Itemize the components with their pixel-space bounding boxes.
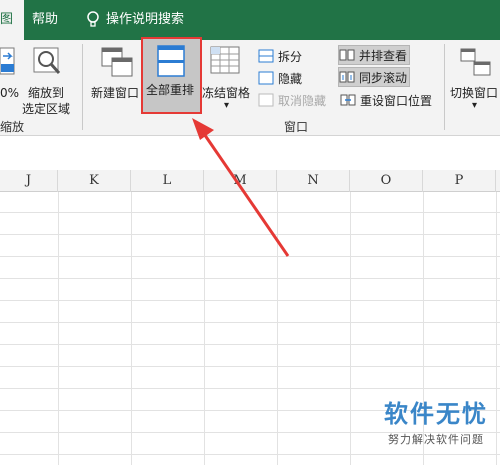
chevron-down-icon: ▾ bbox=[472, 100, 478, 111]
reset-window-position-icon bbox=[340, 93, 356, 107]
tab-view[interactable]: 图 bbox=[0, 0, 24, 40]
zoom-100-icon bbox=[0, 47, 15, 75]
hide-button[interactable]: 隐藏 bbox=[258, 68, 302, 88]
col-line bbox=[496, 192, 497, 465]
row-line bbox=[0, 212, 500, 213]
switch-windows-button[interactable]: 切换窗口 ▾ bbox=[448, 44, 500, 116]
switch-windows-icon bbox=[460, 48, 491, 76]
magnifier-icon bbox=[33, 47, 61, 74]
row-line bbox=[0, 234, 500, 235]
ribbon-tab-bar: 图 帮助 操作说明搜索 bbox=[0, 0, 500, 40]
split-label: 拆分 bbox=[278, 49, 303, 64]
freeze-panes-icon bbox=[210, 46, 240, 74]
column-header-l[interactable]: L bbox=[131, 170, 204, 192]
zoom-to-selection-label-1: 缩放到 bbox=[28, 86, 65, 100]
row-line bbox=[0, 256, 500, 257]
column-label: L bbox=[162, 173, 172, 188]
column-label: N bbox=[307, 173, 319, 188]
group-separator bbox=[444, 44, 445, 130]
sync-scrolling-label: 同步滚动 bbox=[359, 70, 408, 85]
column-label: M bbox=[233, 173, 247, 188]
zoom-100-button[interactable]: 0% bbox=[0, 46, 22, 116]
col-line bbox=[131, 192, 132, 465]
column-header-j[interactable]: J bbox=[0, 170, 58, 192]
row-line bbox=[0, 278, 500, 279]
column-label: O bbox=[380, 173, 392, 188]
window-group-label: 窗口 bbox=[284, 120, 309, 134]
unhide-label: 取消隐藏 bbox=[278, 93, 327, 108]
view-side-by-side-label: 并排查看 bbox=[359, 48, 408, 63]
tab-view-label: 图 bbox=[0, 12, 14, 27]
arrange-all-icon bbox=[157, 45, 185, 77]
watermark-subtitle: 努力解决软件问题 bbox=[388, 433, 484, 446]
zoom-to-selection-label-2: 选定区域 bbox=[22, 102, 71, 116]
tell-me-label: 操作说明搜索 bbox=[106, 12, 185, 27]
col-line bbox=[350, 192, 351, 465]
formula-bar-area bbox=[0, 136, 500, 170]
zoom-100-label: 0% bbox=[0, 86, 20, 100]
col-line bbox=[204, 192, 205, 465]
row-line bbox=[0, 388, 500, 389]
sync-scrolling-button[interactable]: 同步滚动 bbox=[338, 67, 411, 87]
tell-me-search[interactable]: 操作说明搜索 bbox=[86, 0, 184, 40]
view-side-by-side-button[interactable]: 并排查看 bbox=[338, 45, 411, 65]
split-icon bbox=[258, 49, 274, 63]
unhide-icon bbox=[258, 93, 274, 107]
new-window-button[interactable]: 新建窗口 bbox=[88, 44, 144, 116]
tab-help-label: 帮助 bbox=[32, 12, 59, 27]
zoom-group-label: 缩放 bbox=[0, 120, 25, 134]
freeze-panes-label: 冻结窗格 bbox=[202, 86, 251, 100]
arrange-all-label: 全部重排 bbox=[146, 83, 195, 97]
column-header-row: J K L M N O P bbox=[0, 170, 500, 192]
reset-window-position-button[interactable]: 重设窗口位置 bbox=[340, 90, 432, 110]
unhide-button[interactable]: 取消隐藏 bbox=[258, 90, 326, 110]
hide-icon bbox=[258, 71, 274, 85]
freeze-panes-button[interactable]: 冻结窗格 ▾ bbox=[202, 44, 254, 116]
row-line bbox=[0, 344, 500, 345]
side-by-side-icon bbox=[339, 48, 355, 62]
sync-scrolling-icon bbox=[339, 70, 355, 84]
row-line bbox=[0, 300, 500, 301]
watermark-title: 软件无忧 bbox=[384, 400, 488, 428]
switch-windows-label: 切换窗口 bbox=[450, 86, 499, 100]
reset-window-position-label: 重设窗口位置 bbox=[360, 93, 433, 108]
row-line bbox=[0, 366, 500, 367]
arrange-all-button[interactable]: 全部重排 bbox=[141, 37, 202, 114]
split-button[interactable]: 拆分 bbox=[258, 46, 302, 66]
hide-label: 隐藏 bbox=[278, 71, 303, 86]
ribbon-panel: 0% 缩放到 选定区域 缩放 新建窗口 全部重排 冻结窗格 ▾ 拆分 隐藏 取消… bbox=[0, 37, 500, 136]
tab-help[interactable]: 帮助 bbox=[32, 0, 58, 40]
column-header-m[interactable]: M bbox=[204, 170, 277, 192]
column-label: P bbox=[454, 173, 464, 188]
column-header-o[interactable]: O bbox=[350, 170, 423, 192]
row-line bbox=[0, 454, 500, 455]
column-label: K bbox=[89, 173, 99, 188]
row-line bbox=[0, 322, 500, 323]
col-line bbox=[277, 192, 278, 465]
column-label: J bbox=[25, 173, 32, 188]
column-header-k[interactable]: K bbox=[58, 170, 131, 192]
column-header-p[interactable]: P bbox=[423, 170, 496, 192]
col-line bbox=[58, 192, 59, 465]
new-window-label: 新建窗口 bbox=[91, 86, 140, 100]
chevron-down-icon: ▾ bbox=[224, 100, 230, 111]
group-separator bbox=[82, 44, 83, 130]
watermark: 软件无忧 努力解决软件问题 bbox=[384, 394, 488, 447]
zoom-to-selection-button[interactable]: 缩放到 选定区域 bbox=[22, 44, 76, 116]
column-header-n[interactable]: N bbox=[277, 170, 350, 192]
new-window-icon bbox=[101, 47, 133, 77]
lightbulb-icon bbox=[87, 11, 99, 27]
